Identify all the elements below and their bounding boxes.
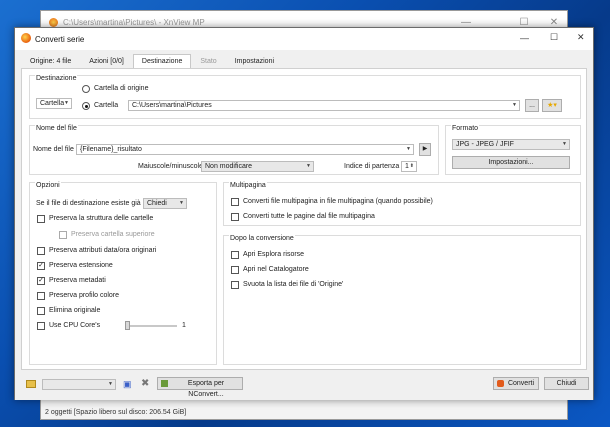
chk-svuota-lista[interactable] xyxy=(231,281,239,289)
radio-cartella[interactable] xyxy=(82,102,90,110)
favorites-star-icon[interactable]: ★▾ xyxy=(542,99,562,112)
chk-svuota-lista-label: Svuota la lista dei file di 'Origine' xyxy=(243,281,344,288)
browse-button[interactable]: ... xyxy=(525,99,539,112)
dialog-titlebar: Converti serie — ☐ ✕ xyxy=(15,28,593,50)
xnview-logo-icon xyxy=(49,17,58,27)
chk-elimina-originale[interactable] xyxy=(37,307,45,315)
multipagina-group: Multipagina Converti file multipagina in… xyxy=(223,182,581,226)
close-dialog-button[interactable]: Chiudi xyxy=(544,377,589,390)
tab-impostazioni[interactable]: Impostazioni xyxy=(226,54,283,68)
file-exists-select[interactable]: Chiedi ▼ xyxy=(143,198,187,209)
file-exists-label: Se il file di destinazione esiste già xyxy=(36,200,141,207)
chk-use-cpu-cores[interactable] xyxy=(37,322,45,330)
tab-destinazione[interactable]: Destinazione xyxy=(132,54,192,68)
chk-apri-catalogatore-label: Apri nel Catalogatore xyxy=(243,266,309,273)
convert-icon xyxy=(497,380,504,387)
chk-preserva-profilo-colore-label: Preserva profilo colore xyxy=(49,292,120,299)
export-nconvert-label: Esporta per NConvert... xyxy=(187,380,225,398)
destination-path-input[interactable]: C:\Users\martina\Pictures ▼ xyxy=(128,100,520,111)
chk-converti-multipagina[interactable] xyxy=(231,198,239,206)
nconvert-icon xyxy=(161,380,168,387)
folder-open-icon[interactable] xyxy=(26,380,36,388)
chk-use-cpu-cores-label: Use CPU Core's xyxy=(49,322,101,329)
close-button[interactable]: ✕ xyxy=(577,32,585,43)
radio-cartella-label: Cartella xyxy=(94,102,119,109)
chk-preserva-cartella-superiore-label: Preserva cartella superiore xyxy=(71,231,155,238)
dopo-conversione-group: Dopo la conversione Apri Esplora risorse… xyxy=(223,235,581,365)
maximize-button[interactable]: ☐ xyxy=(550,32,558,43)
xnview-logo-icon xyxy=(21,33,31,43)
case-label: Maiuscole/minuscole xyxy=(138,163,203,170)
format-settings-button[interactable]: Impostazioni... xyxy=(452,156,570,169)
tab-stato[interactable]: Stato xyxy=(191,54,225,68)
chk-preserva-metadati-label: Preserva metadati xyxy=(49,277,106,284)
dopo-conversione-caption: Dopo la conversione xyxy=(229,235,295,242)
tab-origine[interactable]: Origine: 4 file xyxy=(21,54,80,68)
background-title: C:\Users\martina\Pictures\ - XnView MP xyxy=(63,17,205,27)
formato-group: Formato JPG - JPEG / JFIF ▼ Impostazioni.… xyxy=(445,125,581,175)
convert-button[interactable]: Converti xyxy=(493,377,539,390)
chk-converti-multipagina-label: Converti file multipagina in file multip… xyxy=(243,198,433,205)
minimize-button[interactable]: — xyxy=(520,33,529,43)
chk-preserva-metadati[interactable]: ✓ xyxy=(37,277,45,285)
convert-label: Converti xyxy=(507,380,535,387)
dialog-title: Converti serie xyxy=(35,34,85,44)
chk-preserva-struttura-label: Preserva la struttura delle cartelle xyxy=(49,215,154,222)
cpu-slider-thumb[interactable] xyxy=(125,321,130,330)
filename-pattern-input[interactable]: {Filename}_risultato ▼ xyxy=(76,144,414,155)
nome-file-group: Nome del file Nome del file {Filename}_r… xyxy=(29,125,439,175)
cpu-slider-track[interactable] xyxy=(125,325,177,327)
chk-preserva-attributi[interactable] xyxy=(37,247,45,255)
insert-token-arrow-icon[interactable]: ▶ xyxy=(419,143,431,156)
status-bar-text: 2 oggetti [Spazio libero sul disco: 206.… xyxy=(45,409,187,416)
chk-preserva-estensione-label: Preserva estensione xyxy=(49,262,113,269)
destinazione-group: Destinazione Cartella ▼ Cartella di origi… xyxy=(29,75,581,119)
format-select[interactable]: JPG - JPEG / JFIF ▼ xyxy=(452,139,570,150)
chk-apri-catalogatore[interactable] xyxy=(231,266,239,274)
chk-preserva-cartella-superiore[interactable] xyxy=(59,231,67,239)
chk-preserva-profilo-colore[interactable] xyxy=(37,292,45,300)
multipagina-caption: Multipagina xyxy=(229,182,267,189)
cpu-cores-value: 1 xyxy=(182,322,186,329)
destinazione-panel: Destinazione Cartella ▼ Cartella di origi… xyxy=(21,68,587,370)
nome-file-label: Nome del file xyxy=(33,146,74,153)
opzioni-caption: Opzioni xyxy=(35,182,61,189)
chk-converti-tutte-pagine[interactable] xyxy=(231,213,239,221)
preset-select[interactable]: ▼ xyxy=(42,379,116,390)
case-select[interactable]: Non modificare ▼ xyxy=(201,161,314,172)
dialog-footer: ▼ ▣ ✖ Esporta per NConvert... Converti C… xyxy=(15,373,593,400)
start-index-stepper[interactable]: 1 ⬍ xyxy=(401,161,417,172)
save-icon[interactable]: ▣ xyxy=(123,379,132,390)
export-nconvert-button[interactable]: Esporta per NConvert... xyxy=(157,377,243,398)
destinazione-caption: Destinazione xyxy=(35,75,78,82)
convert-dialog: Converti serie — ☐ ✕ Origine: 4 file Azi… xyxy=(14,27,594,400)
tab-azioni[interactable]: Azioni [0/0] xyxy=(80,54,133,68)
chk-apri-esplora-risorse-label: Apri Esplora risorse xyxy=(243,251,305,258)
chk-converti-tutte-pagine-label: Converti tutte le pagine dal file multip… xyxy=(243,213,375,220)
delete-icon[interactable]: ✖ xyxy=(141,378,149,389)
chk-apri-esplora-risorse[interactable] xyxy=(231,251,239,259)
chk-preserva-struttura[interactable] xyxy=(37,215,45,223)
chk-preserva-estensione[interactable]: ✓ xyxy=(37,262,45,270)
chk-preserva-attributi-label: Preserva attributi data/ora originari xyxy=(49,247,157,254)
destination-mode-select[interactable]: Cartella ▼ xyxy=(36,98,72,109)
tab-bar: Origine: 4 file Azioni [0/0] Destinazion… xyxy=(21,54,283,68)
radio-cartella-origine-label: Cartella di origine xyxy=(94,85,149,92)
start-index-label: Indice di partenza xyxy=(344,163,400,170)
radio-cartella-origine[interactable] xyxy=(82,85,90,93)
opzioni-group: Opzioni Se il file di destinazione esist… xyxy=(29,182,217,365)
nome-file-caption: Nome del file xyxy=(35,125,78,132)
formato-caption: Formato xyxy=(451,125,480,132)
chk-elimina-originale-label: Elimina originale xyxy=(49,307,101,314)
